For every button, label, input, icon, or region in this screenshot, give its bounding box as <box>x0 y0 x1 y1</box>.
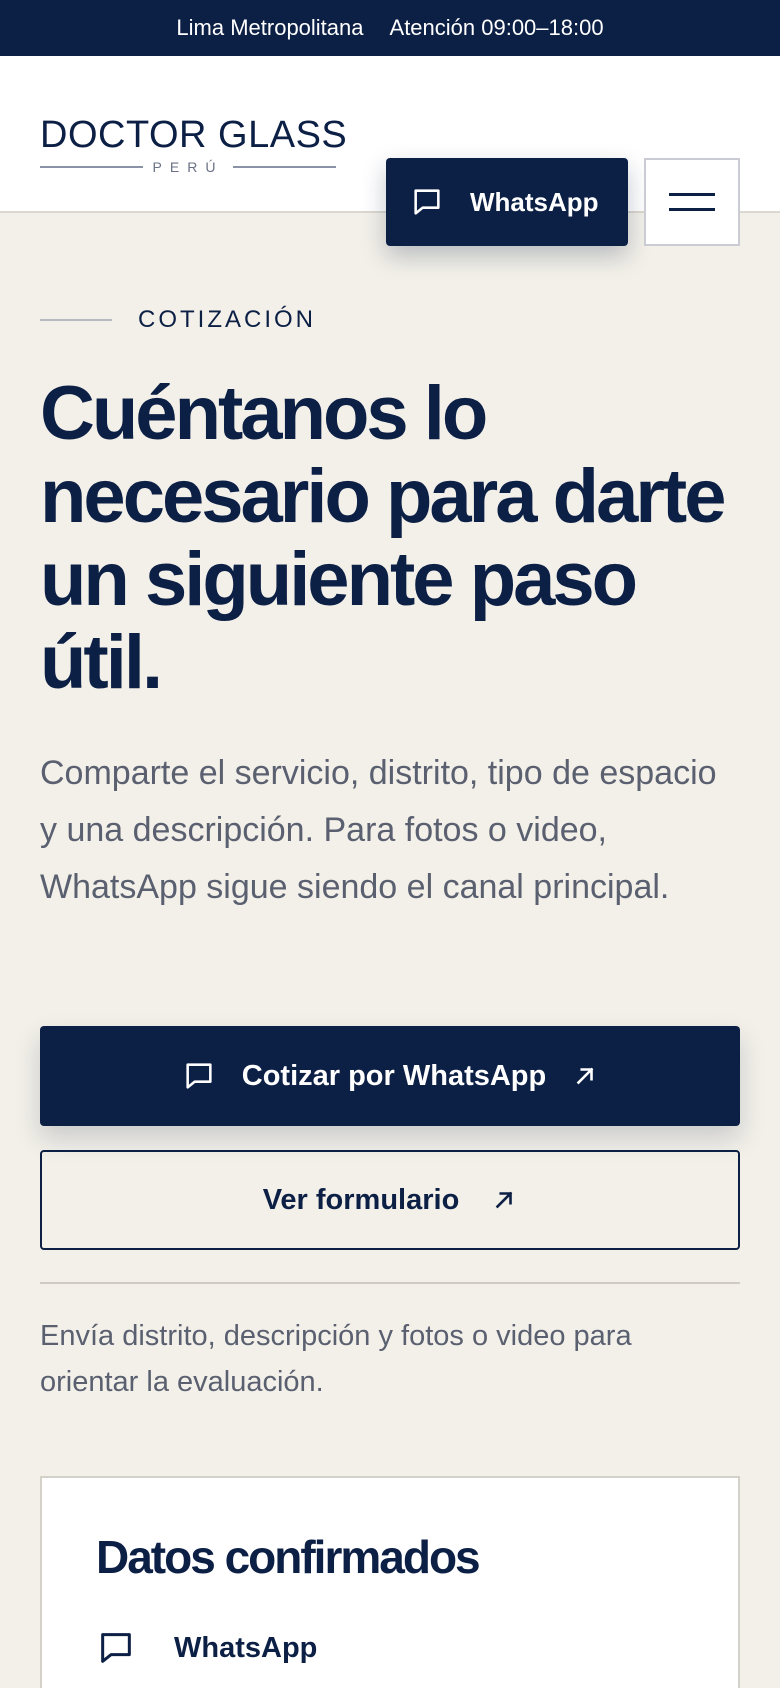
chat-bubble-icon <box>410 185 444 219</box>
card-title: Datos confirmados <box>96 1531 481 1583</box>
eyebrow-line <box>40 319 112 321</box>
page-title: Cuéntanos lo necesario para darte un sig… <box>40 371 727 705</box>
ver-formulario-label: Ver formulario <box>262 1183 460 1216</box>
header-whatsapp-label: WhatsApp <box>470 186 599 217</box>
cotizar-whatsapp-button[interactable]: Cotizar por WhatsApp <box>40 1026 740 1126</box>
confirmed-data-card: Datos confirmados WhatsApp <box>40 1476 740 1688</box>
lead-paragraph: Comparte el servicio, distrito, tipo de … <box>40 754 717 906</box>
hours-text: Atención 09:00–18:00 <box>389 15 604 40</box>
divider <box>40 1282 740 1284</box>
logo-line-right <box>233 166 336 168</box>
ver-formulario-button[interactable]: Ver formulario <box>40 1150 740 1250</box>
eyebrow-text: COTIZACIÓN <box>138 306 316 333</box>
help-note: Envía distrito, descripción y fotos o vi… <box>40 1320 632 1398</box>
chat-bubble-icon <box>182 1059 216 1093</box>
card-row-whatsapp[interactable]: WhatsApp <box>96 1628 317 1668</box>
menu-line-top <box>669 193 715 196</box>
region-text: Lima Metropolitana <box>176 15 364 40</box>
arrow-up-right-icon <box>572 1063 598 1089</box>
eyebrow: COTIZACIÓN <box>40 306 316 334</box>
hamburger-menu-button[interactable] <box>644 158 740 246</box>
chat-bubble-icon <box>96 1628 136 1668</box>
site-header: DOCTOR GLASS PERÚ WhatsApp <box>0 56 780 246</box>
menu-line-bottom <box>669 208 715 211</box>
cotizar-whatsapp-label: Cotizar por WhatsApp <box>241 1059 547 1092</box>
logo[interactable]: DOCTOR GLASS PERÚ <box>40 114 348 175</box>
top-info-bar: Lima Metropolitana Atención 09:00–18:00 <box>0 0 780 56</box>
logo-wordmark: DOCTOR GLASS <box>40 114 348 156</box>
logo-sub-row: PERÚ <box>40 159 336 175</box>
header-whatsapp-button[interactable]: WhatsApp <box>386 158 628 246</box>
card-row-label: WhatsApp <box>174 1631 318 1664</box>
logo-subtitle: PERÚ <box>152 159 224 175</box>
arrow-up-right-icon <box>491 1187 517 1213</box>
logo-line-left <box>40 166 143 168</box>
